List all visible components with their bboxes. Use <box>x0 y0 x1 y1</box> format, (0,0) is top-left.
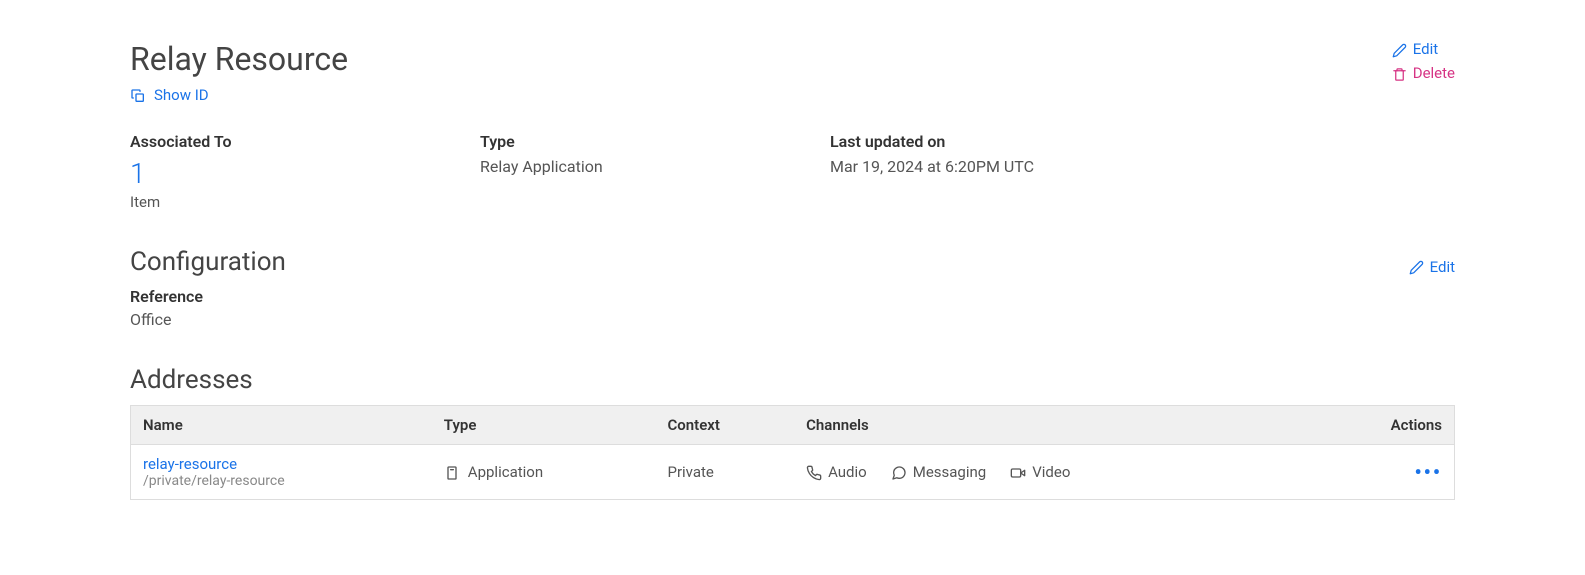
associated-to-label: Associated To <box>130 132 460 151</box>
channel-messaging: Messaging <box>913 463 986 481</box>
address-context: Private <box>655 444 794 499</box>
configuration-title: Configuration <box>130 247 286 277</box>
type-label: Type <box>480 132 810 151</box>
col-context: Context <box>655 405 794 444</box>
copy-icon <box>130 86 146 104</box>
config-edit-button[interactable]: Edit <box>1409 258 1455 276</box>
address-type: Application <box>468 463 543 481</box>
addresses-table: Name Type Context Channels Actions relay… <box>130 405 1455 500</box>
col-name: Name <box>131 405 432 444</box>
pencil-icon <box>1392 40 1407 58</box>
col-actions: Actions <box>1317 405 1455 444</box>
application-icon <box>444 463 460 481</box>
type-value: Relay Application <box>480 157 810 176</box>
associated-count: 1 <box>130 157 460 191</box>
video-icon <box>1010 463 1026 481</box>
show-id-label: Show ID <box>154 86 209 104</box>
delete-button[interactable]: Delete <box>1392 64 1455 82</box>
addresses-title: Addresses <box>130 365 1455 395</box>
more-actions-button[interactable]: ••• <box>1414 460 1442 484</box>
reference-value: Office <box>130 310 1455 329</box>
edit-button[interactable]: Edit <box>1392 40 1438 58</box>
pencil-icon <box>1409 258 1424 276</box>
delete-label: Delete <box>1413 64 1455 82</box>
updated-label: Last updated on <box>830 132 1034 151</box>
channel-audio: Audio <box>828 463 867 481</box>
col-type: Type <box>432 405 656 444</box>
message-icon <box>891 463 907 481</box>
show-id-button[interactable]: Show ID <box>130 86 348 104</box>
col-channels: Channels <box>794 405 1317 444</box>
channel-video: Video <box>1032 463 1070 481</box>
edit-label: Edit <box>1413 40 1438 58</box>
page-title: Relay Resource <box>130 40 348 78</box>
associated-unit: Item <box>130 193 460 211</box>
trash-icon <box>1392 64 1407 82</box>
address-path: /private/relay-resource <box>143 473 420 489</box>
table-row: relay-resource /private/relay-resource A… <box>131 444 1455 499</box>
config-edit-label: Edit <box>1430 258 1455 276</box>
address-name-link[interactable]: relay-resource <box>143 455 420 473</box>
reference-label: Reference <box>130 287 1455 306</box>
updated-value: Mar 19, 2024 at 6:20PM UTC <box>830 157 1034 176</box>
phone-icon <box>806 463 822 481</box>
